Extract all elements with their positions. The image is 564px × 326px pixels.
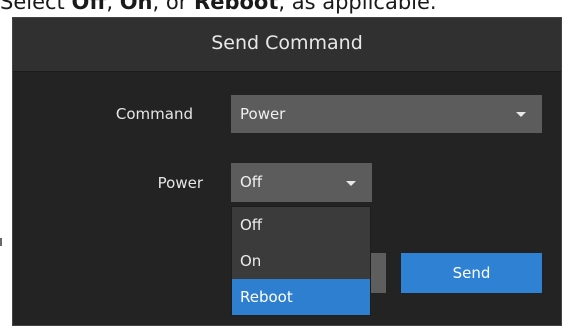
send-button[interactable]: Send	[401, 253, 542, 293]
power-select-value: Off	[240, 173, 263, 191]
power-select[interactable]: Off	[231, 163, 372, 202]
chevron-down-icon	[516, 112, 526, 117]
chevron-down-icon	[346, 180, 356, 186]
menu-item-reboot[interactable]: Reboot	[232, 279, 370, 315]
instruction-option-reboot: Reboot	[194, 0, 279, 14]
instruction-separator-1: ,	[106, 0, 120, 14]
screenshot-root: Select Off, On, or Reboot, as applicable…	[0, 0, 564, 326]
dialog-title: Send Command	[211, 32, 363, 54]
menu-item-off[interactable]: Off	[232, 207, 370, 243]
instruction-option-off: Off	[71, 0, 107, 14]
send-command-dialog: Send Command Command Power Power Off Sen…	[12, 17, 562, 326]
instruction-prefix: Select	[0, 0, 72, 14]
command-select-value: Power	[240, 105, 286, 123]
power-label: Power	[157, 174, 203, 192]
command-select[interactable]: Power	[231, 95, 542, 133]
command-label: Command	[115, 105, 193, 123]
instruction-text: Select Off, On, or Reboot, as applicable…	[0, 0, 564, 14]
cancel-button-partial[interactable]	[370, 253, 386, 293]
instruction-separator-2: , or	[152, 0, 195, 14]
instruction-option-on: On	[119, 0, 153, 14]
menu-item-on[interactable]: On	[232, 243, 370, 279]
dialog-header: Send Command	[13, 18, 561, 72]
instruction-suffix: , as applicable.	[278, 0, 437, 14]
power-dropdown-menu: Off On Reboot	[231, 206, 371, 316]
page-edge-marker	[0, 238, 2, 246]
